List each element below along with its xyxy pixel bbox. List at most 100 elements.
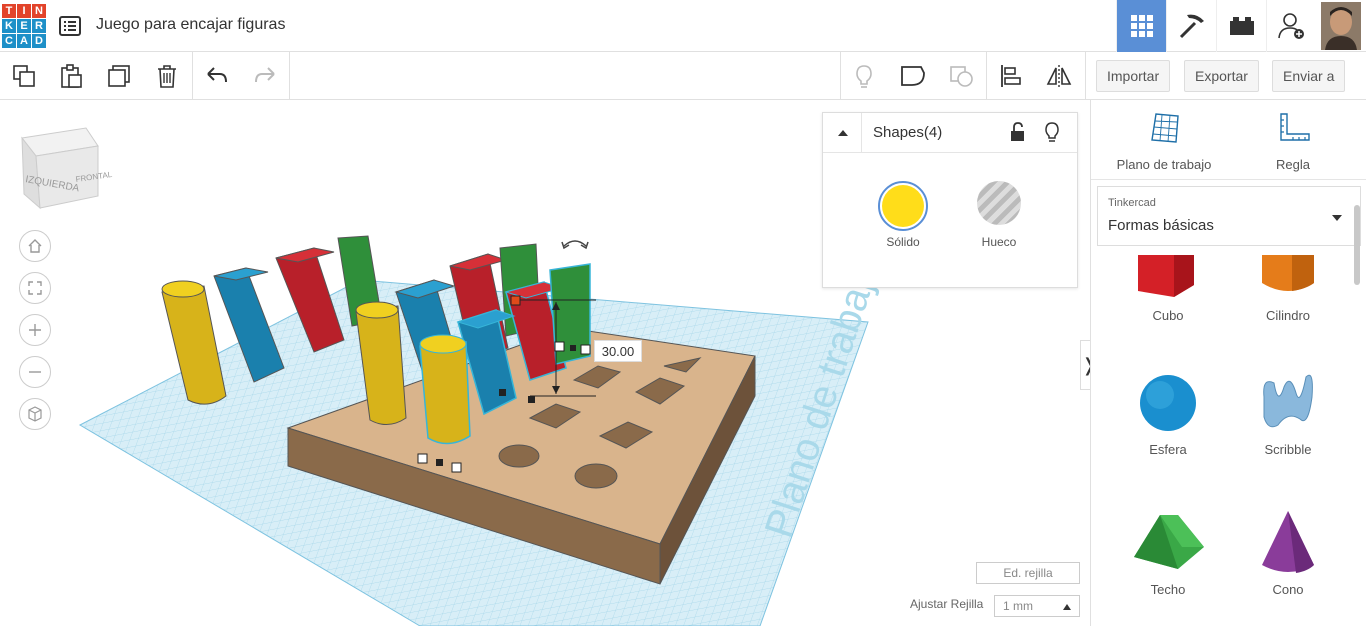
solid-label: Sólido bbox=[886, 235, 920, 249]
logo-letter: D bbox=[32, 34, 46, 48]
top-icons bbox=[1116, 0, 1366, 52]
lock-icon[interactable] bbox=[1009, 122, 1027, 142]
hole-button[interactable] bbox=[977, 181, 1021, 225]
mirror-button[interactable] bbox=[1043, 60, 1075, 92]
ungroup-icon bbox=[950, 66, 973, 87]
fit-icon bbox=[28, 281, 42, 295]
grid-view-icon bbox=[1130, 15, 1153, 37]
shape-label: Cono bbox=[1272, 582, 1304, 597]
library-scrollbar[interactable] bbox=[1354, 205, 1360, 285]
workplane-tool-label: Plano de trabajo bbox=[1116, 157, 1212, 172]
logo-letter: T bbox=[2, 4, 16, 18]
toolbar-separator bbox=[289, 52, 290, 100]
undo-button[interactable] bbox=[201, 60, 233, 92]
align-icon bbox=[1001, 65, 1021, 87]
tinkercad-logo[interactable]: T I N K E R C A D bbox=[2, 4, 46, 48]
solid-button[interactable] bbox=[878, 181, 928, 231]
library-source: Tinkercad bbox=[1108, 197, 1156, 209]
resize-handle[interactable] bbox=[570, 345, 576, 351]
fit-view-button[interactable] bbox=[19, 272, 51, 304]
right-panel: Plano de trabajo Regla Tinkercad Formas … bbox=[1090, 100, 1366, 626]
bricks-icon bbox=[1229, 17, 1254, 35]
ruler-icon bbox=[1280, 113, 1310, 141]
zoom-in-button[interactable] bbox=[19, 314, 51, 346]
cube-icon bbox=[28, 406, 42, 422]
shape-label: Scribble bbox=[1264, 442, 1312, 457]
resize-handle[interactable] bbox=[417, 453, 428, 464]
inspector-title: Shapes(4) bbox=[873, 124, 943, 141]
resize-handle[interactable] bbox=[499, 389, 506, 396]
selected-yellow-cylinder[interactable] bbox=[419, 334, 471, 445]
workplane-tool[interactable]: Plano de trabajo bbox=[1099, 110, 1229, 172]
resize-handle[interactable] bbox=[528, 396, 535, 403]
tools-row: Plano de trabajo Regla bbox=[1091, 100, 1366, 180]
3d-design-view-button[interactable] bbox=[1116, 0, 1166, 52]
shape-item-cylinder[interactable]: Cilindro bbox=[1223, 255, 1353, 323]
ruler-tool-label: Regla bbox=[1276, 157, 1310, 172]
resize-handle[interactable] bbox=[580, 344, 591, 355]
import-button[interactable]: Importar bbox=[1096, 60, 1171, 92]
perspective-button[interactable] bbox=[19, 398, 51, 430]
group-button[interactable] bbox=[897, 60, 929, 92]
top-bar: T I N K E R C A D Juego para encajar fig… bbox=[0, 0, 1366, 52]
add-user-button[interactable] bbox=[1266, 0, 1316, 52]
logo-letter: E bbox=[17, 19, 31, 33]
export-button[interactable]: Exportar bbox=[1184, 60, 1259, 92]
resize-handle[interactable] bbox=[451, 462, 462, 473]
shape-label: Cilindro bbox=[1265, 308, 1311, 323]
design-list-button[interactable] bbox=[58, 14, 82, 38]
undo-icon bbox=[207, 67, 227, 83]
project-title[interactable]: Juego para encajar figuras bbox=[96, 16, 285, 34]
dimension-input[interactable]: 30.00 bbox=[594, 340, 642, 362]
copy-button[interactable] bbox=[8, 60, 40, 92]
duplicate-button[interactable] bbox=[103, 60, 135, 92]
resize-handle[interactable] bbox=[554, 341, 565, 352]
scribble-shape-icon bbox=[1263, 374, 1313, 428]
zoom-out-button[interactable] bbox=[19, 356, 51, 388]
resize-handle[interactable] bbox=[436, 459, 443, 466]
view-cube[interactable]: IZQUIERDA FRONTAL bbox=[21, 127, 113, 210]
shape-item-roof[interactable]: Techo bbox=[1103, 507, 1233, 597]
3d-viewport[interactable]: Plano de trabajo IZQUIERDA FRONTAL Shape… bbox=[0, 100, 1090, 626]
roof-shape-icon bbox=[1134, 515, 1204, 569]
shape-label: Techo bbox=[1150, 582, 1186, 597]
snap-grid-select[interactable]: 1 mm bbox=[994, 595, 1080, 617]
ungroup-button[interactable] bbox=[946, 60, 978, 92]
collapse-arrow-icon[interactable] bbox=[835, 125, 851, 141]
send-to-button[interactable]: Enviar a bbox=[1272, 60, 1346, 92]
minecraft-view-button[interactable] bbox=[1166, 0, 1216, 52]
shape-library-select[interactable]: Tinkercad Formas básicas bbox=[1097, 186, 1361, 246]
shape-item-scribble[interactable]: Scribble bbox=[1223, 367, 1353, 457]
shape-item-cube[interactable]: Cubo bbox=[1103, 255, 1233, 323]
shape-library-grid: Cubo Cilindro Esfera Scribble Techo Cono bbox=[1091, 255, 1366, 626]
snap-grid-label: Ajustar Rejilla bbox=[910, 597, 984, 611]
show-all-button[interactable] bbox=[848, 60, 880, 92]
header-divider bbox=[861, 113, 862, 153]
toolbar-separator bbox=[192, 52, 193, 100]
workplane-icon bbox=[1151, 113, 1179, 143]
user-avatar[interactable] bbox=[1316, 0, 1366, 52]
shape-item-cone[interactable]: Cono bbox=[1223, 507, 1353, 597]
paste-button[interactable] bbox=[55, 60, 87, 92]
ruler-tool[interactable]: Regla bbox=[1228, 110, 1358, 172]
solid-swatch bbox=[882, 185, 924, 227]
edit-grid-button[interactable]: Ed. rejilla bbox=[976, 562, 1080, 584]
redo-button[interactable] bbox=[249, 60, 281, 92]
home-view-button[interactable] bbox=[19, 230, 51, 262]
lightbulb-icon[interactable] bbox=[1043, 121, 1061, 143]
shape-label: Cubo bbox=[1152, 308, 1184, 323]
logo-letter: R bbox=[32, 19, 46, 33]
align-button[interactable] bbox=[995, 60, 1027, 92]
minus-icon bbox=[29, 371, 41, 373]
logo-letter: N bbox=[32, 4, 46, 18]
round-hole bbox=[498, 444, 540, 468]
cone-shape-icon bbox=[1262, 511, 1314, 573]
inspector-header: Shapes(4) bbox=[823, 113, 1077, 153]
toolbar-separator bbox=[840, 52, 841, 100]
delete-button[interactable] bbox=[151, 60, 183, 92]
height-handle[interactable] bbox=[510, 295, 521, 306]
shape-item-sphere[interactable]: Esfera bbox=[1103, 367, 1233, 457]
bricks-view-button[interactable] bbox=[1216, 0, 1266, 52]
shapes-inspector: Shapes(4) Sólido Hueco bbox=[822, 112, 1078, 288]
hole-label: Hueco bbox=[981, 235, 1017, 249]
